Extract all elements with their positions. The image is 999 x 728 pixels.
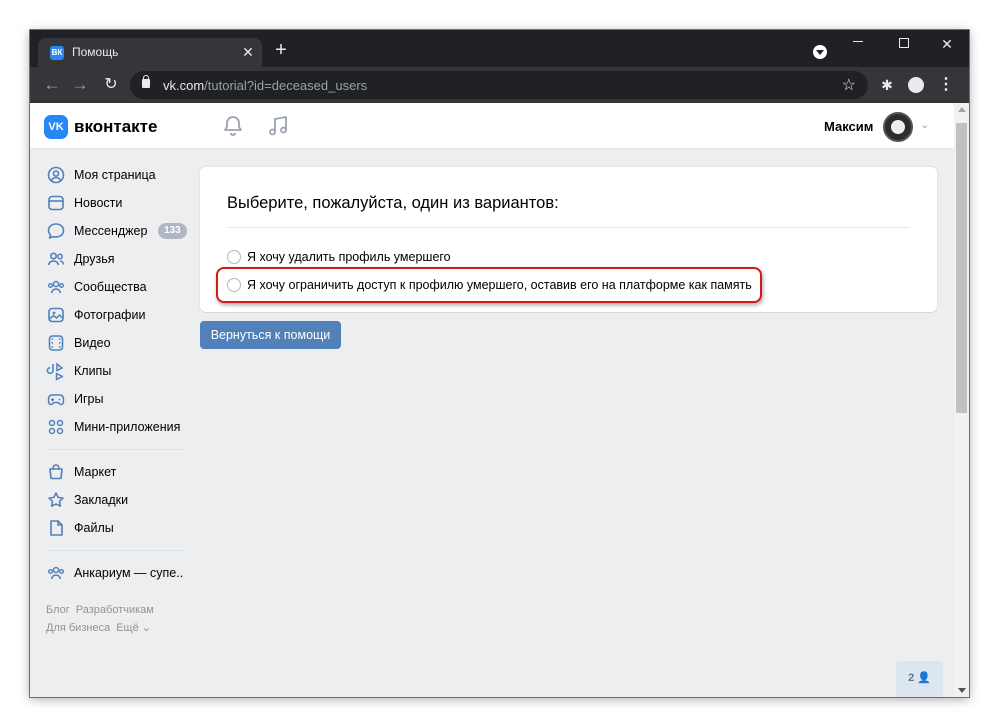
sidebar-item[interactable]: Файлы — [44, 514, 186, 542]
option-label[interactable]: Я хочу удалить профиль умершего — [247, 250, 451, 264]
chevron-down-icon[interactable]: ⌄ — [920, 118, 929, 131]
back-to-help-button[interactable]: Вернуться к помощи — [200, 321, 341, 349]
music-icon[interactable] — [266, 114, 290, 138]
back-arrow-icon[interactable]: ← — [40, 73, 64, 97]
minimize-button[interactable] — [836, 30, 880, 60]
reload-icon[interactable]: ↻ — [99, 73, 123, 97]
sidebar-item-label: Клипы — [74, 364, 112, 378]
new-tab-button[interactable]: + — [270, 40, 292, 62]
friends-icon — [47, 252, 65, 266]
user-name[interactable]: Максим — [824, 119, 873, 134]
online-friends-widget[interactable]: 2 👤 — [896, 661, 943, 697]
sidebar-item-label: Моя страница — [74, 168, 156, 182]
files-icon — [50, 520, 63, 536]
tab-help[interactable]: ВК Помощь ✕ — [38, 38, 262, 67]
mini-apps-icon — [48, 419, 64, 435]
browser-toolbar: ← → ↻ vk.com/tutorial?id=deceased_users … — [30, 67, 969, 103]
sidebar-item[interactable]: Анкариум — супе.. — [44, 559, 186, 587]
tab-title: Помощь — [72, 45, 119, 59]
footer-link-more[interactable]: Ещё ⌄ — [116, 622, 151, 634]
clips-icon — [46, 362, 64, 381]
scroll-down-icon[interactable] — [958, 688, 966, 693]
news-icon — [48, 195, 64, 211]
sidebar-footer: Блог Разработчикам Для бизнеса Ещё ⌄ — [44, 601, 186, 637]
forward-arrow-icon[interactable]: → — [68, 73, 92, 97]
footer-link-devs[interactable]: Разработчикам — [76, 604, 154, 616]
puzzle-icon[interactable]: ✱ — [877, 75, 897, 95]
sidebar-item-label: Маркет — [74, 465, 117, 479]
highlight-frame — [216, 267, 762, 303]
sidebar-item[interactable]: Фотографии — [44, 301, 186, 329]
scrollbar-thumb[interactable] — [956, 123, 967, 413]
sidebar-item-label: Файлы — [74, 521, 114, 535]
sidebar-item[interactable]: Сообщества — [44, 273, 186, 301]
bookmark-icon — [48, 492, 64, 507]
games-icon — [47, 394, 65, 406]
sidebar-item-label: Закладки — [74, 493, 129, 507]
sidebar-item[interactable]: Игры — [44, 385, 186, 413]
sidebar-item-label: Фотографии — [74, 308, 146, 322]
vk-favicon-icon: ВК — [50, 46, 64, 60]
user-circle-icon — [47, 166, 65, 184]
message-icon — [47, 223, 65, 239]
sidebar-item[interactable]: Мини-приложения — [44, 413, 186, 441]
bell-icon[interactable] — [221, 114, 245, 138]
sidebar-item[interactable]: Друзья — [44, 245, 186, 273]
scrollbar[interactable] — [954, 103, 969, 697]
sidebar-item[interactable]: Мессенджер 133 — [44, 217, 187, 245]
address-bar[interactable]: vk.com/tutorial?id=deceased_users ☆ — [130, 71, 868, 99]
sidebar-item[interactable]: Моя страница — [44, 161, 186, 189]
sidebar-item-label: Видео — [74, 336, 111, 350]
avatar[interactable] — [883, 112, 913, 142]
sidebar-item[interactable]: Маркет — [44, 458, 186, 486]
browser-window: ВК Помощь ✕ + ✕ ← → ↻ vk.com/tutorial?id… — [30, 30, 969, 697]
vk-logo-icon[interactable]: VK — [44, 115, 68, 139]
photo-icon — [48, 307, 64, 323]
sidebar-item-label: Сообщества — [74, 280, 147, 294]
footer-link-business[interactable]: Для бизнеса — [46, 622, 110, 634]
sidebar-item-label: Игры — [74, 392, 104, 406]
profile-avatar-icon[interactable] — [906, 75, 926, 95]
radio-button[interactable] — [227, 250, 241, 264]
sidebar-item[interactable]: Новости — [44, 189, 186, 217]
video-icon — [48, 335, 64, 351]
sidebar-item[interactable]: Видео — [44, 329, 186, 357]
maximize-button[interactable] — [882, 30, 926, 60]
sidebar-item-label: Анкариум — супе.. — [74, 566, 184, 580]
lock-icon[interactable] — [142, 75, 150, 88]
footer-link-blog[interactable]: Блог — [46, 604, 70, 616]
sidebar-item-label: Мини-приложения — [74, 420, 181, 434]
sidebar-item[interactable]: Закладки — [44, 486, 186, 514]
unread-count-badge: 133 — [158, 223, 187, 239]
page-title: Выберите, пожалуйста, один из вариантов: — [227, 194, 559, 212]
tab-search-icon[interactable] — [813, 45, 827, 59]
star-icon[interactable]: ☆ — [842, 75, 856, 95]
card-divider — [227, 227, 910, 228]
sidebar-item-label: Новости — [74, 196, 123, 210]
sidebar-divider — [48, 449, 184, 450]
tab-bar: ВК Помощь ✕ + ✕ — [30, 30, 969, 67]
community-icon — [48, 566, 64, 580]
vk-header: VK вконтакте Максим ⌄ — [30, 103, 954, 149]
option-delete-profile[interactable]: Я хочу удалить профиль умершего — [227, 247, 451, 267]
vk-brand[interactable]: вконтакте — [74, 117, 157, 137]
scroll-up-icon[interactable] — [958, 107, 966, 112]
communities-icon — [48, 280, 64, 294]
menu-dots-icon[interactable]: ⋮ — [936, 75, 956, 95]
close-tab-icon[interactable]: ✕ — [238, 42, 258, 62]
url-text[interactable]: vk.com/tutorial?id=deceased_users — [163, 78, 367, 93]
sidebar-item-label: Мессенджер — [74, 224, 148, 238]
market-icon — [49, 464, 63, 480]
sidebar-item[interactable]: Клипы — [44, 357, 186, 385]
sidebar-item-label: Друзья — [74, 252, 115, 266]
close-window-button[interactable]: ✕ — [925, 30, 969, 60]
left-sidebar: Моя страница Новости Мессенджер 133 Друзья Со… — [44, 161, 187, 637]
sidebar-divider — [48, 550, 184, 551]
